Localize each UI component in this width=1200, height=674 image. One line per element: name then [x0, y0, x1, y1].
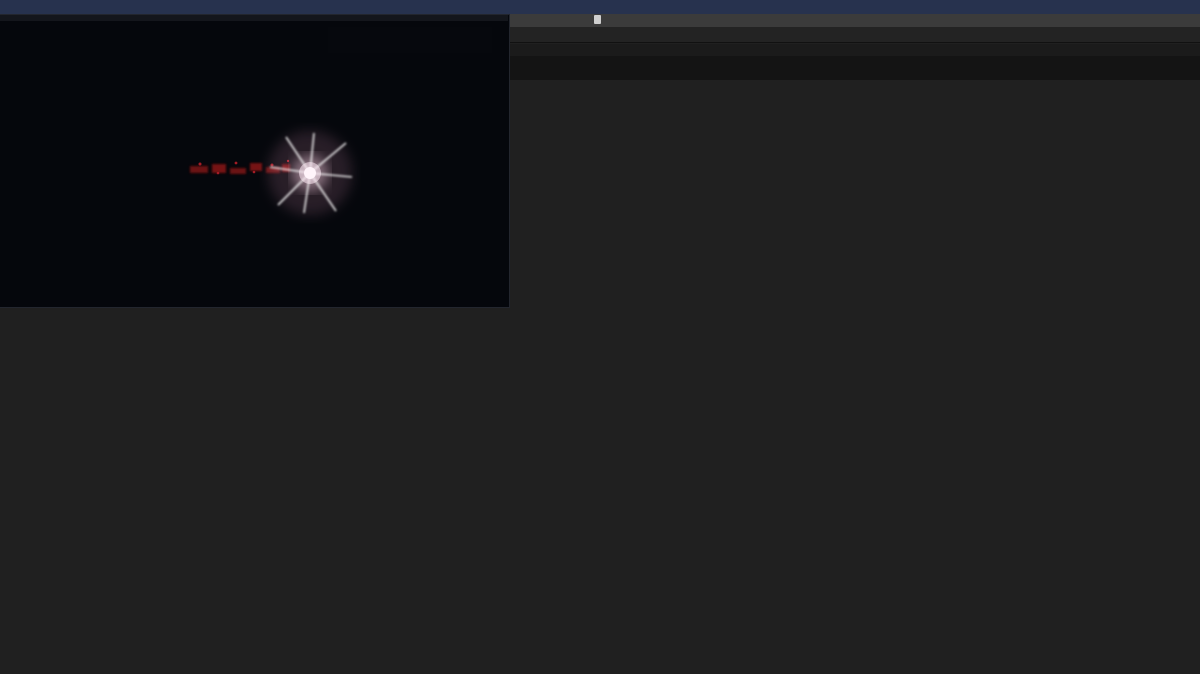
menu-bar — [0, 0, 1200, 14]
video-player-overlay[interactable] — [0, 14, 510, 308]
explosion-visual — [268, 131, 352, 215]
video-timecode — [328, 27, 492, 53]
document-icon — [594, 15, 601, 24]
nuendo-app — [0, 0, 1200, 674]
video-frame — [0, 15, 508, 307]
